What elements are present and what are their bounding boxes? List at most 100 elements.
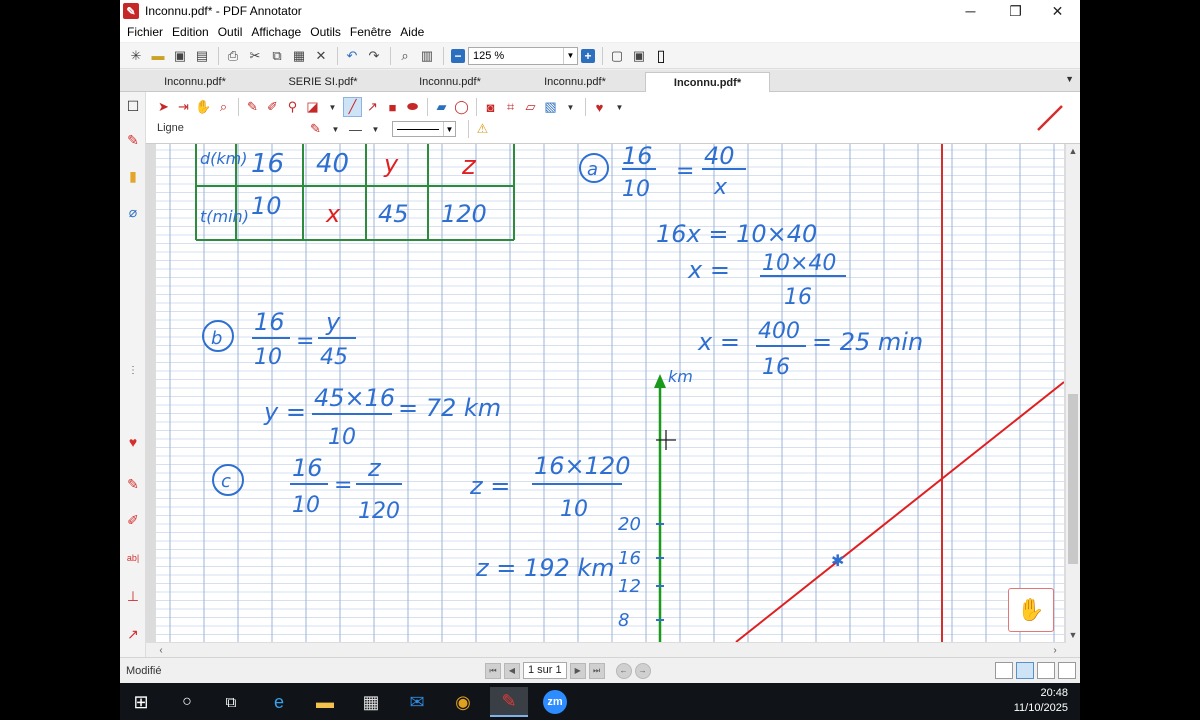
restore-button[interactable]: ❐ (993, 0, 1038, 22)
crop-icon[interactable]: ⌗ (501, 97, 520, 117)
vertical-scrollbar[interactable]: ▲ ▼ (1066, 144, 1080, 642)
vertical-scroll-thumb[interactable] (1068, 394, 1078, 564)
history-forward-icon[interactable]: → (634, 662, 651, 679)
tab-list-chevron-icon[interactable]: ▼ (1065, 74, 1074, 84)
last-page-icon[interactable]: ⏭ (588, 662, 605, 679)
line-width-select[interactable]: ▼ (392, 121, 456, 137)
favorite-text-icon[interactable]: ab| (123, 548, 143, 568)
lasso-icon[interactable]: ◯ (452, 97, 471, 117)
view-continuous-icon[interactable] (1016, 662, 1034, 679)
menu-edition[interactable]: Edition (172, 25, 209, 39)
view-facing-icon[interactable] (1037, 662, 1055, 679)
tab-serie-si[interactable]: SERIE SI.pdf* (268, 72, 378, 92)
chevron-down-icon[interactable]: ▼ (443, 122, 455, 136)
view-facing-continuous-icon[interactable] (1058, 662, 1076, 679)
view-single-icon[interactable] (995, 662, 1013, 679)
favorites-heart-icon[interactable]: ♥ (123, 432, 143, 452)
note-icon[interactable]: ▮ (123, 166, 143, 186)
touch-hand-button[interactable]: ✋ (1008, 588, 1054, 632)
previous-page-icon[interactable]: ◀ (504, 662, 520, 679)
mail-icon[interactable]: ✉ (398, 687, 436, 717)
favorite-pen-icon[interactable]: ✎ (123, 474, 143, 494)
fit-page-icon[interactable]: ▥ (417, 46, 437, 66)
tab-inconnu-1[interactable]: Inconnu.pdf* (140, 72, 250, 92)
start-icon[interactable]: ⊞ (122, 687, 160, 717)
rectangle-tool-icon[interactable]: ■ (383, 97, 402, 117)
zoom-tool-icon[interactable]: ⌕ (214, 97, 233, 117)
favorite-arrow-icon[interactable]: ↗ (123, 624, 143, 644)
close-button[interactable]: ✕ (1035, 0, 1080, 22)
zoom-select[interactable]: 125 % ▼ (468, 46, 578, 65)
next-page-icon[interactable]: ▶ (569, 662, 586, 679)
page-canvas[interactable]: d(km) 16 40 y z t(min) 10 x 45 120 a 16 (156, 144, 1064, 642)
two-page-view-icon[interactable]: ▣ (629, 46, 649, 66)
undo-icon[interactable]: ↶ (342, 46, 362, 66)
pen-tool-icon[interactable]: ✎ (243, 97, 262, 117)
favorites-heart-icon[interactable]: ♥ (590, 97, 609, 117)
chevron-down-icon[interactable]: ▼ (610, 97, 629, 117)
menu-outils[interactable]: Outils (310, 25, 341, 39)
file-explorer-icon[interactable]: ▬ (306, 687, 344, 717)
attachment-icon[interactable]: ⌀ (123, 202, 143, 222)
new-document-icon[interactable]: ✳ (126, 46, 146, 66)
ruler-icon[interactable]: ▱ (521, 97, 540, 117)
history-back-icon[interactable]: ← (615, 662, 632, 679)
tab-inconnu-3[interactable]: Inconnu.pdf* (520, 72, 630, 92)
find-icon[interactable]: ⌕ (395, 46, 415, 66)
horizontal-scrollbar[interactable]: ‹ › (146, 642, 1066, 656)
task-view-icon[interactable]: ⧉ (212, 687, 250, 717)
line-color-icon[interactable]: ✎ (306, 119, 325, 139)
chevron-down-icon[interactable]: ▼ (326, 119, 345, 139)
pdf-page[interactable]: d(km) 16 40 y z t(min) 10 x 45 120 a 16 (156, 144, 1064, 642)
open-folder-icon[interactable]: ▬ (148, 46, 168, 66)
copy-icon[interactable]: ⧉ (267, 46, 287, 66)
scroll-down-icon[interactable]: ▼ (1066, 628, 1080, 642)
scroll-up-icon[interactable]: ▲ (1066, 144, 1080, 158)
paste-icon[interactable]: ▦ (289, 46, 309, 66)
select-arrow-icon[interactable]: ➤ (154, 97, 173, 117)
save-as-icon[interactable]: ▤ (192, 46, 212, 66)
menu-fenetre[interactable]: Fenêtre (350, 25, 391, 39)
single-page-view-icon[interactable]: ▢ (607, 46, 627, 66)
delete-icon[interactable]: ✕ (311, 46, 331, 66)
insert-image-icon[interactable]: ▧ (541, 97, 560, 117)
menu-affichage[interactable]: Affichage (251, 25, 301, 39)
favorite-marker-icon[interactable]: ✐ (123, 510, 143, 530)
stamp-tool-icon[interactable]: ⚲ (283, 97, 302, 117)
zoom-in-icon[interactable]: + (581, 48, 595, 63)
eraser-tool-icon[interactable]: ▰ (432, 97, 451, 117)
strip-gripper-icon[interactable]: ⋮ (123, 360, 143, 380)
hand-icon[interactable]: ✋ (194, 97, 213, 117)
scroll-left-icon[interactable]: ‹ (154, 643, 168, 657)
tab-inconnu-active[interactable]: Inconnu.pdf* (645, 72, 770, 92)
chrome-icon[interactable]: ◉ (444, 687, 482, 717)
cut-icon[interactable]: ✂ (245, 46, 265, 66)
tab-inconnu-2[interactable]: Inconnu.pdf* (395, 72, 505, 92)
arrow-tool-icon[interactable]: ↗ (363, 97, 382, 117)
system-clock[interactable]: 20:48 11/10/2025 (1014, 686, 1068, 716)
ellipse-tool-icon[interactable]: ⬬ (403, 97, 422, 117)
favorite-stamp-icon[interactable]: ⊥ (123, 586, 143, 606)
menu-fichier[interactable]: Fichier (127, 25, 163, 39)
zoom-out-icon[interactable]: − (451, 48, 465, 63)
document-area[interactable]: d(km) 16 40 y z t(min) 10 x 45 120 a 16 (146, 144, 1070, 642)
fullscreen-icon[interactable]: ▯ (651, 46, 671, 66)
menu-aide[interactable]: Aide (400, 25, 424, 39)
menu-outil[interactable]: Outil (218, 25, 243, 39)
first-page-icon[interactable]: ⏮ (485, 662, 501, 679)
chevron-down-icon[interactable]: ▼ (366, 119, 385, 139)
save-icon[interactable]: ▣ (170, 46, 190, 66)
eraser-icon[interactable]: ◪ (303, 97, 322, 117)
scroll-right-icon[interactable]: › (1048, 643, 1062, 657)
chevron-down-icon[interactable]: ▼ (563, 47, 577, 64)
pdf-annotator-icon[interactable]: ✎ (490, 687, 528, 717)
highlighter-icon[interactable]: ✐ (263, 97, 282, 117)
zoom-icon[interactable]: zm (536, 687, 574, 717)
tool-settings-icon[interactable]: ⚠ (473, 119, 492, 139)
search-icon[interactable]: ○ (168, 687, 206, 717)
select-box-icon[interactable]: ☐ (123, 96, 143, 116)
line-start-style-icon[interactable]: — (346, 119, 365, 139)
line-tool-icon[interactable]: ╱ (343, 97, 362, 117)
store-icon[interactable]: ▦ (352, 687, 390, 717)
camera-icon[interactable]: ◙ (481, 97, 500, 117)
